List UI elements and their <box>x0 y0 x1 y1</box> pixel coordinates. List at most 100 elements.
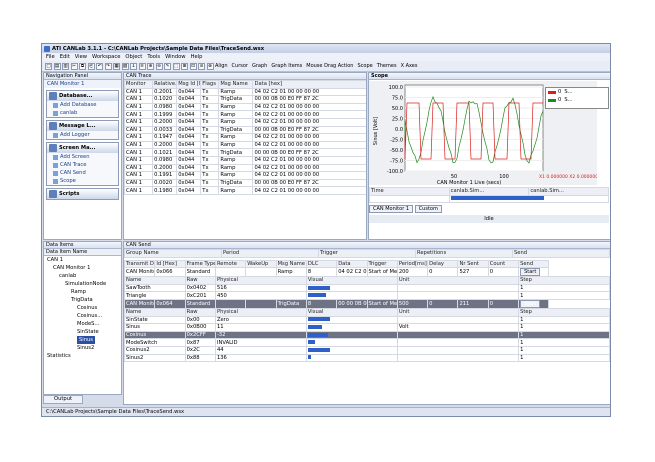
signal-row[interactable]: ModeSwitch 0x87 INVALID 1 <box>124 338 610 347</box>
tool-icon-11[interactable]: ≡ <box>138 62 146 70</box>
toolbar-x-axes-menu[interactable]: X Axes <box>401 63 418 69</box>
start-button[interactable]: Start <box>520 300 541 308</box>
start-button[interactable]: Start <box>520 268 541 276</box>
nav-group-header[interactable]: Database... <box>47 91 118 101</box>
trace-row[interactable]: CAN 1 0.0033 0x044 Tx TrigData 00 00 0B 00 E0… <box>124 125 366 135</box>
signal-row[interactable]: Sinus2 0x88 136 1 <box>124 353 610 363</box>
nav-item[interactable]: Scope <box>47 177 118 185</box>
nav-monitor-selector[interactable]: CAN Monitor 1 <box>44 80 121 88</box>
trace-row[interactable]: CAN 1 0.2001 0x044 Tx Ramp 04 02 C2 01 00 00 … <box>124 87 366 97</box>
menu-object[interactable]: Object <box>125 54 142 60</box>
title-bar[interactable]: ATI CANLab 3.1.1 - C:\CANLab Projects\Sa… <box>42 44 610 53</box>
trace-row[interactable]: CAN 1 0.1991 0x044 Tx Ramp 04 02 C2 01 00 00 … <box>124 171 366 180</box>
tool-icon-4[interactable]: ⧉ <box>79 62 86 70</box>
tool-icon-0[interactable]: □ <box>45 62 52 70</box>
toolbar-graph-items-menu[interactable]: Graph Items <box>271 63 302 69</box>
menu-tools[interactable]: Tools <box>147 54 160 60</box>
toolbar-mouse-drag-action-menu[interactable]: Mouse Drag Action <box>306 63 353 69</box>
tree-node[interactable]: Sinus2 <box>44 344 121 352</box>
nav-item[interactable]: CAN Send <box>47 169 118 177</box>
tool-icon-18[interactable]: ⊘ <box>198 62 205 70</box>
nav-item[interactable]: Add Logger <box>47 131 118 139</box>
trace-col-header[interactable]: Flags <box>200 80 220 89</box>
trace-col-header[interactable]: Monitor <box>124 80 154 89</box>
tool-icon-14[interactable]: ✎ <box>164 62 171 70</box>
toolbar-themes-menu[interactable]: Themes <box>377 63 397 69</box>
tree-node[interactable]: Statistics <box>44 352 121 360</box>
tree-node[interactable]: SimulationNode <box>44 280 121 288</box>
can-trace-tab[interactable]: CAN Trace <box>124 73 366 80</box>
tree-node[interactable]: CAN Monitor 1 <box>44 264 121 272</box>
output-tab[interactable]: Output <box>43 395 83 404</box>
signal-row[interactable]: SawTooth 0x0402 516 1 <box>124 283 610 293</box>
tool-icon-5[interactable]: ⎘ <box>87 62 95 70</box>
tab-custom[interactable]: Custom <box>414 205 442 213</box>
trace-row[interactable]: CAN 1 0.1020 0x044 Tx TrigData 00 00 0B 00 E0… <box>124 95 366 104</box>
trace-row[interactable]: CAN 1 0.0980 0x044 Tx Ramp 04 02 C2 01 00 00 … <box>124 102 366 112</box>
trace-col-header[interactable]: Msg Id [hex] <box>176 80 202 89</box>
tool-icon-12[interactable]: ⊕ <box>147 62 154 70</box>
menu-view[interactable]: View <box>75 54 87 60</box>
tree-node[interactable]: Sinus <box>44 336 121 344</box>
toolbar-graph-menu[interactable]: Graph <box>252 63 267 69</box>
tree-node[interactable]: canlab <box>44 272 121 280</box>
tool-icon-15[interactable]: ⬚ <box>172 62 180 70</box>
menu-file[interactable]: File <box>46 54 55 60</box>
send-message-row[interactable]: CAN Monitor 10x066Standard Ramp804 02 C2 … <box>124 267 610 278</box>
tab-can-monitor[interactable]: CAN Monitor 1 <box>369 205 414 213</box>
trace-row[interactable]: CAN 1 0.2000 0x044 Tx Ramp 04 02 C2 01 00 00 … <box>124 140 366 150</box>
toolbar-scope-menu[interactable]: Scope <box>357 63 372 69</box>
tree-node-label: canlab <box>59 273 77 279</box>
nav-group-header[interactable]: Scripts <box>47 189 118 199</box>
tool-icon-7[interactable]: ↷ <box>104 62 112 70</box>
trace-row[interactable]: CAN 1 0.1947 0x044 Tx Ramp 04 02 C2 01 00 00 … <box>124 133 366 142</box>
tree-node[interactable]: Cosinus <box>44 304 121 312</box>
tree-node[interactable]: TrigData <box>44 296 121 304</box>
tool-icon-8[interactable]: ▦ <box>113 62 120 70</box>
can-send-tab[interactable]: CAN Send <box>124 242 610 249</box>
trace-col-header[interactable]: Data [hex] <box>252 80 366 89</box>
signal-row[interactable]: Triangle 0xC201 450 1 <box>124 291 610 300</box>
tree-node[interactable]: Ramp <box>44 288 121 296</box>
tool-icon-3[interactable]: ✂ <box>70 62 78 70</box>
tool-icon-16[interactable]: ⊞ <box>181 62 188 70</box>
nav-group-header[interactable]: Message L... <box>47 121 118 131</box>
trace-row[interactable]: CAN 1 0.1980 0x044 Tx Ramp 04 02 C2 01 00 00 … <box>124 186 366 195</box>
trace-col-header[interactable]: Relative... <box>152 80 178 89</box>
tool-icon-2[interactable]: ▥ <box>62 62 69 70</box>
trace-row[interactable]: CAN 1 0.2000 0x044 Tx Ramp 04 02 C2 01 00 00 … <box>124 163 366 173</box>
signal-row[interactable]: Sinus 0x0B00 11 Volt 1 <box>124 323 610 332</box>
trace-row[interactable]: CAN 1 0.1999 0x044 Tx Ramp 04 02 C2 01 00 00 … <box>124 110 366 119</box>
tree-node[interactable]: ModeS... <box>44 320 121 328</box>
menu-window[interactable]: Window <box>165 54 185 60</box>
menu-workspace[interactable]: Workspace <box>92 54 120 60</box>
nav-item[interactable]: CAN Trace <box>47 161 118 169</box>
signal-row[interactable]: SinState 0x00 Zero 1 <box>124 315 610 325</box>
trace-row[interactable]: CAN 1 0.2000 0x044 Tx Ramp 04 02 C2 01 00 00 … <box>124 117 366 127</box>
tool-icon-13[interactable]: ⊖ <box>155 62 163 70</box>
signal-row[interactable]: Cosinus2 0x2C 44 1 <box>124 345 610 355</box>
tree-node[interactable]: Cosinus... <box>44 312 121 320</box>
menu-edit[interactable]: Edit <box>60 54 70 60</box>
trace-row[interactable]: CAN 1 0.1021 0x044 Tx TrigData 00 00 0B 00 E0… <box>124 148 366 157</box>
signal-row[interactable]: Cosinus 0x2CFF -32 1 <box>124 330 610 340</box>
menu-help[interactable]: Help <box>191 54 203 60</box>
nav-item[interactable]: canlab <box>47 109 118 117</box>
toolbar-align-menu[interactable]: Align <box>215 63 228 69</box>
trace-row[interactable]: CAN 1 0.0980 0x044 Tx Ramp 04 02 C2 01 00 00 … <box>124 155 366 165</box>
tool-icon-1[interactable]: ▤ <box>53 62 61 70</box>
tree-node[interactable]: CAN 1 <box>44 256 121 264</box>
send-message-row[interactable]: CAN Monitor 10x064StandardTrigData800 00… <box>124 298 610 309</box>
tool-icon-19[interactable]: ⊗ <box>206 62 214 70</box>
tool-icon-17[interactable]: ⊡ <box>189 62 197 70</box>
tool-icon-9[interactable]: ▧ <box>121 62 129 70</box>
trace-row[interactable]: CAN 1 0.0020 0x044 Tx TrigData 00 00 0B 00 E0… <box>124 178 366 188</box>
tool-icon-10[interactable]: Σ <box>130 62 137 70</box>
nav-item[interactable]: Add Database <box>47 101 118 109</box>
nav-group-header[interactable]: Screen Ma... <box>47 143 118 153</box>
toolbar-cursor-menu[interactable]: Cursor <box>232 63 248 69</box>
trace-col-header[interactable]: Msg Name <box>218 80 254 89</box>
tool-icon-6[interactable]: ↶ <box>96 62 103 70</box>
nav-item[interactable]: Add Screen <box>47 153 118 161</box>
tree-node[interactable]: SinState <box>44 328 121 336</box>
